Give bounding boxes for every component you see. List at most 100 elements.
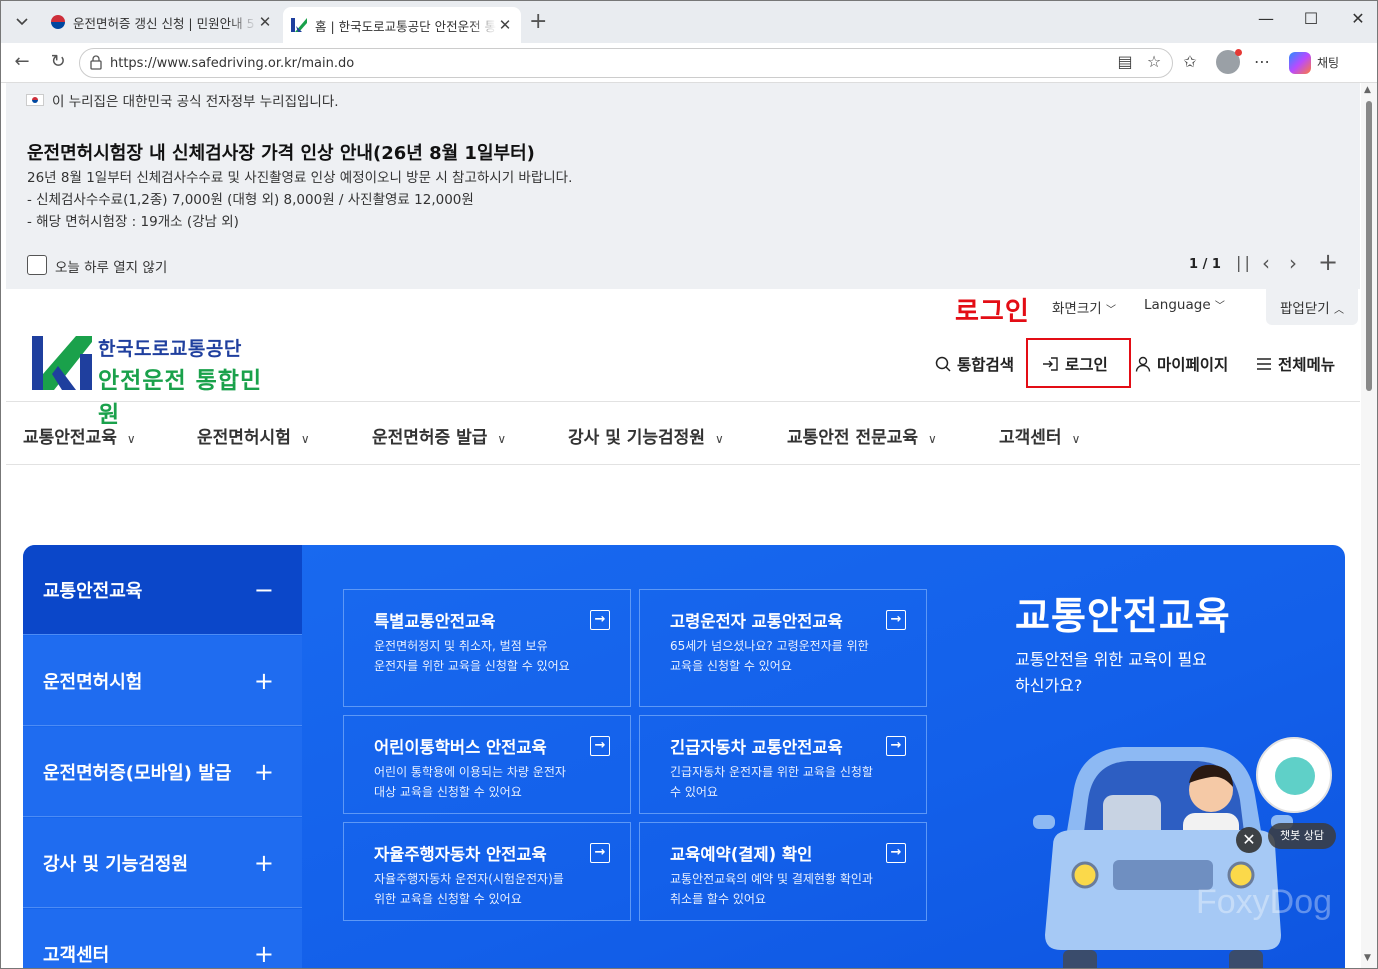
page-content: 이 누리집은 대한민국 공식 전자정부 누리집입니다. 운전면허시험장 내 신체… — [6, 83, 1360, 968]
plus-icon[interactable]: + — [1318, 248, 1338, 276]
window-close-icon[interactable]: ✕ — [1343, 9, 1373, 28]
popup-line: - 해당 면허시험장 : 19개소 (강남 외) — [27, 214, 239, 230]
minimize-icon[interactable]: — — [1251, 9, 1281, 28]
logo-service-name: 안전운전 통합민원 — [98, 368, 263, 428]
font-size-label: 화면크기 — [1052, 301, 1102, 317]
gnb-item-expert-education[interactable]: 교통안전 전문교육 ∨ — [787, 423, 937, 448]
tab-list-dropdown[interactable] — [7, 8, 37, 36]
chevron-down-icon: ∨ — [714, 432, 724, 446]
browser-tab-1[interactable]: 운전면허증 갱신 신청 | 민원안내 5 ✕ — [43, 7, 281, 37]
gnb-item-license-issue[interactable]: 운전면허증 발급 ∨ — [372, 423, 506, 448]
notice-popup: 운전면허시험장 내 신체검사장 가격 인상 안내(26년 8월 1일부터) 26… — [6, 117, 1360, 289]
header-search[interactable]: 통합검색 — [935, 353, 1014, 375]
prev-icon[interactable]: ‹ — [1262, 251, 1270, 275]
favorite-star-icon[interactable]: ☆ — [1143, 52, 1165, 71]
chevron-down-icon: ∨ — [300, 432, 310, 446]
plus-icon: + — [253, 666, 274, 695]
card-title: 고령운전자 교통안전교육 — [670, 612, 843, 631]
user-icon — [1135, 356, 1151, 372]
chatbot-label[interactable]: 챗봇 상담 — [1268, 823, 1336, 849]
close-icon[interactable]: ✕ — [1236, 827, 1262, 853]
card-desc: 교통안전교육의 예약 및 결제현황 확인과 취소를 할수 있어요 — [670, 872, 873, 906]
tab-title: 운전면허증 갱신 신청 | 민원안내 5 — [73, 15, 255, 31]
kroad-logo-icon — [32, 336, 92, 390]
chatbot-button[interactable] — [1256, 737, 1332, 813]
divider — [6, 464, 1360, 465]
gnb-item-traffic-safety-education[interactable]: 교통안전교육 ∨ — [23, 423, 136, 448]
site-logo[interactable]: 한국도로교통공단 안전운전 통합민원 — [32, 331, 282, 428]
page-scrollbar[interactable]: ▲ ▼ — [1361, 83, 1377, 968]
address-row: ← ↻ https://www.safedriving.or.kr/main.d… — [1, 43, 1377, 83]
scrollbar-thumb[interactable] — [1366, 101, 1372, 391]
browser-tab-2[interactable]: 홈 | 한국도로교통공단 안전운전 통 ✕ — [283, 7, 521, 43]
chevron-down-icon: ∨ — [928, 432, 937, 446]
reader-icon[interactable]: ▤ — [1114, 52, 1136, 71]
arrow-right-icon: → — [590, 843, 610, 863]
gnb-label: 고객센터 — [999, 428, 1062, 448]
maximize-icon[interactable]: ☐ — [1296, 9, 1326, 28]
card-desc: 운전면허정지 및 취소자, 벌점 보유 운전자를 위한 교육을 신청할 수 있어요 — [374, 639, 570, 673]
language-label: Language — [1144, 297, 1211, 313]
promo-subtext: 교통안전을 위한 교육이 필요하신가요? — [1015, 650, 1207, 695]
scroll-down-icon[interactable]: ▼ — [1364, 953, 1371, 963]
copilot-label[interactable]: 채팅 — [1317, 54, 1339, 71]
popup-pager: 1 / 1 — [1189, 257, 1221, 272]
popup-close-button[interactable]: 팝업닫기 ︿ — [1266, 289, 1358, 325]
close-icon[interactable]: ✕ — [497, 16, 513, 34]
service-card-elderly-education[interactable]: 고령운전자 교통안전교육 65세가 넘으셨나요? 고령운전자를 위한 교육을 신청… — [639, 589, 927, 707]
header-mypage[interactable]: 마이페이지 — [1135, 353, 1228, 375]
minus-icon: − — [253, 575, 274, 604]
profile-avatar[interactable] — [1216, 49, 1242, 74]
card-desc: 긴급자동차 운전자를 위한 교육을 신청할 수 있어요 — [670, 765, 873, 799]
sidebar-item-license-test[interactable]: 운전면허시험 + — [23, 636, 302, 726]
service-card-emergency-vehicle-education[interactable]: 긴급자동차 교통안전교육 긴급자동차 운전자를 위한 교육을 신청할 수 있어요 … — [639, 715, 927, 814]
sidebar-item-label: 강사 및 기능검정원 — [43, 853, 189, 875]
font-size-menu[interactable]: 화면크기 ﹀ — [1052, 297, 1116, 317]
sidebar-item-traffic-safety-education[interactable]: 교통안전교육 − — [23, 545, 302, 635]
tab-bar: 운전면허증 갱신 신청 | 민원안내 5 ✕ 홈 | 한국도로교통공단 안전운전… — [1, 1, 1377, 43]
card-title: 어린이통학버스 안전교육 — [374, 738, 547, 757]
card-desc: 65세가 넘으셨나요? 고령운전자를 위한 교육을 신청할 수 있어요 — [670, 639, 869, 673]
url-bar[interactable]: https://www.safedriving.or.kr/main.do — [79, 48, 1173, 78]
header-mypage-label: 마이페이지 — [1157, 356, 1229, 374]
sidebar-item-license-issue[interactable]: 운전면허증(모바일) 발급 + — [23, 727, 302, 817]
arrow-right-icon: → — [886, 843, 906, 863]
popup-title[interactable]: 운전면허시험장 내 신체검사장 가격 인상 안내(26년 8월 1일부터) — [27, 139, 535, 165]
next-icon[interactable]: › — [1289, 251, 1297, 275]
gnb-item-customer-center[interactable]: 고객센터 ∨ — [999, 423, 1080, 448]
chevron-down-icon: ∨ — [497, 432, 507, 446]
gnb-label: 운전면허증 발급 — [372, 428, 488, 448]
sidebar-item-customer-center[interactable]: 고객센터 + — [23, 909, 302, 968]
plus-icon: + — [253, 939, 274, 968]
dont-show-today-checkbox[interactable] — [27, 255, 47, 275]
language-menu[interactable]: Language ﹀ — [1144, 297, 1225, 313]
sidebar-item-instructor[interactable]: 강사 및 기능검정원 + — [23, 818, 302, 908]
search-icon — [935, 356, 951, 372]
more-icon[interactable]: ⋯ — [1251, 52, 1273, 71]
arrow-right-icon: → — [886, 610, 906, 630]
back-icon[interactable]: ← — [10, 51, 34, 72]
chevron-down-icon: ∨ — [1071, 432, 1081, 446]
lock-icon — [90, 55, 102, 70]
popup-close-label: 팝업닫기 — [1280, 301, 1330, 317]
service-card-school-bus-education[interactable]: 어린이통학버스 안전교육 어린이 통학용에 이용되는 차량 운전자 대상 교육을 … — [343, 715, 631, 814]
header-allmenu[interactable]: 전체메뉴 — [1256, 353, 1335, 375]
watermark: FoxyDog — [1196, 883, 1333, 921]
close-icon[interactable]: ✕ — [257, 13, 273, 31]
service-card-reservation-check[interactable]: 교육예약(결제) 확인 교통안전교육의 예약 및 결제현황 확인과 취소를 할수 … — [639, 822, 927, 921]
gnb-item-instructor[interactable]: 강사 및 기능검정원 ∨ — [568, 423, 724, 448]
service-card-autonomous-education[interactable]: 자율주행자동차 안전교육 자율주행자동차 운전자(시험운전자)를 위한 교육을 신… — [343, 822, 631, 921]
gnb-item-license-test[interactable]: 운전면허시험 ∨ — [197, 423, 310, 448]
refresh-icon[interactable]: ↻ — [46, 51, 70, 72]
dont-show-today-label[interactable]: 오늘 하루 열지 않기 — [55, 256, 167, 276]
service-card-special-education[interactable]: 특별교통안전교육 운전면허정지 및 취소자, 벌점 보유 운전자를 위한 교육을 … — [343, 589, 631, 707]
pause-icon[interactable]: | | — [1236, 253, 1250, 272]
new-tab-icon[interactable]: + — [529, 9, 547, 34]
login-highlight-box — [1026, 338, 1131, 388]
copilot-icon[interactable] — [1289, 52, 1311, 74]
url-text: https://www.safedriving.or.kr/main.do — [110, 55, 355, 71]
favorites-icon[interactable]: ✩ — [1179, 52, 1201, 71]
scroll-up-icon[interactable]: ▲ — [1364, 85, 1371, 95]
header-allmenu-label: 전체메뉴 — [1278, 356, 1336, 374]
card-title: 긴급자동차 교통안전교육 — [670, 738, 843, 757]
